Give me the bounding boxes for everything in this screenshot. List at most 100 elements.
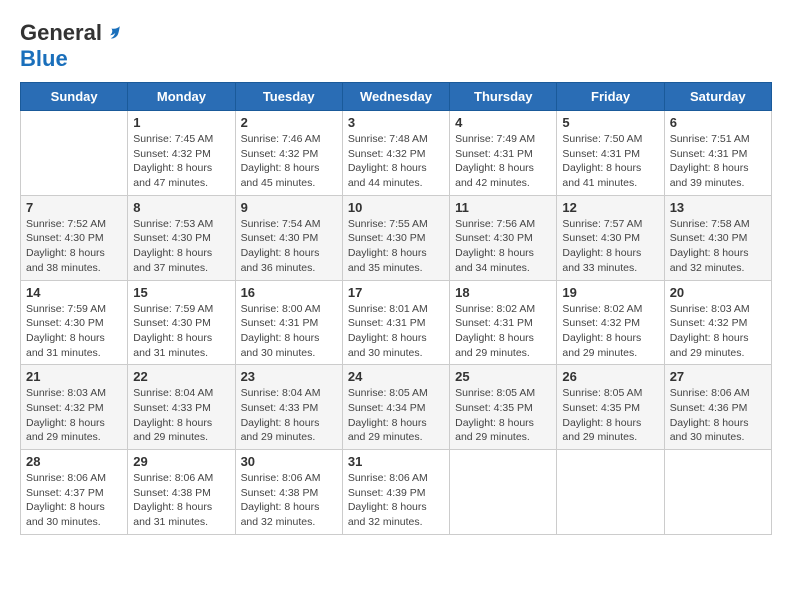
day-number: 31 — [348, 454, 444, 469]
weekday-header-friday: Friday — [557, 83, 664, 111]
calendar-cell: 9 Sunrise: 7:54 AM Sunset: 4:30 PM Daylig… — [235, 195, 342, 280]
day-number: 22 — [133, 369, 229, 384]
day-info: Sunrise: 7:51 AM Sunset: 4:31 PM Dayligh… — [670, 132, 766, 191]
day-number: 9 — [241, 200, 337, 215]
day-number: 13 — [670, 200, 766, 215]
day-number: 5 — [562, 115, 658, 130]
day-info: Sunrise: 7:48 AM Sunset: 4:32 PM Dayligh… — [348, 132, 444, 191]
day-number: 20 — [670, 285, 766, 300]
calendar-cell — [450, 450, 557, 535]
calendar-cell: 21 Sunrise: 8:03 AM Sunset: 4:32 PM Dayli… — [21, 365, 128, 450]
logo: General Blue — [20, 20, 122, 72]
day-number: 26 — [562, 369, 658, 384]
weekday-header-tuesday: Tuesday — [235, 83, 342, 111]
day-number: 29 — [133, 454, 229, 469]
weekday-header-thursday: Thursday — [450, 83, 557, 111]
day-info: Sunrise: 7:53 AM Sunset: 4:30 PM Dayligh… — [133, 217, 229, 276]
calendar-week-5: 28 Sunrise: 8:06 AM Sunset: 4:37 PM Dayli… — [21, 450, 772, 535]
logo-blue: Blue — [20, 46, 122, 72]
day-number: 24 — [348, 369, 444, 384]
day-info: Sunrise: 8:05 AM Sunset: 4:35 PM Dayligh… — [562, 386, 658, 445]
calendar-cell: 18 Sunrise: 8:02 AM Sunset: 4:31 PM Dayli… — [450, 280, 557, 365]
calendar-cell: 22Sunrise: 8:04 AM Sunset: 4:33 PM Dayli… — [128, 365, 235, 450]
day-number: 15 — [133, 285, 229, 300]
calendar-cell: 8Sunrise: 7:53 AM Sunset: 4:30 PM Daylig… — [128, 195, 235, 280]
calendar-cell — [21, 111, 128, 196]
day-info: Sunrise: 7:59 AM Sunset: 4:30 PM Dayligh… — [133, 302, 229, 361]
day-number: 12 — [562, 200, 658, 215]
day-info: Sunrise: 8:04 AM Sunset: 4:33 PM Dayligh… — [241, 386, 337, 445]
day-number: 4 — [455, 115, 551, 130]
calendar-cell: 28 Sunrise: 8:06 AM Sunset: 4:37 PM Dayli… — [21, 450, 128, 535]
calendar-cell: 15 Sunrise: 7:59 AM Sunset: 4:30 PM Dayli… — [128, 280, 235, 365]
calendar-cell: 5 Sunrise: 7:50 AM Sunset: 4:31 PM Daylig… — [557, 111, 664, 196]
calendar-cell: 25 Sunrise: 8:05 AM Sunset: 4:35 PM Dayli… — [450, 365, 557, 450]
calendar-cell: 31 Sunrise: 8:06 AM Sunset: 4:39 PM Dayli… — [342, 450, 449, 535]
day-number: 3 — [348, 115, 444, 130]
calendar-cell: 1 Sunrise: 7:45 AM Sunset: 4:32 PM Daylig… — [128, 111, 235, 196]
calendar-cell — [557, 450, 664, 535]
day-number: 16 — [241, 285, 337, 300]
day-info: Sunrise: 7:45 AM Sunset: 4:32 PM Dayligh… — [133, 132, 229, 191]
day-info: Sunrise: 8:06 AM Sunset: 4:36 PM Dayligh… — [670, 386, 766, 445]
calendar-cell: 6 Sunrise: 7:51 AM Sunset: 4:31 PM Daylig… — [664, 111, 771, 196]
calendar-cell: 3 Sunrise: 7:48 AM Sunset: 4:32 PM Daylig… — [342, 111, 449, 196]
calendar-week-4: 21 Sunrise: 8:03 AM Sunset: 4:32 PM Dayli… — [21, 365, 772, 450]
day-info: Sunrise: 7:59 AM Sunset: 4:30 PM Dayligh… — [26, 302, 122, 361]
day-info: Sunrise: 7:58 AM Sunset: 4:30 PM Dayligh… — [670, 217, 766, 276]
day-number: 25 — [455, 369, 551, 384]
calendar-cell: 27 Sunrise: 8:06 AM Sunset: 4:36 PM Dayli… — [664, 365, 771, 450]
day-info: Sunrise: 7:52 AM Sunset: 4:30 PM Dayligh… — [26, 217, 122, 276]
day-info: Sunrise: 7:56 AM Sunset: 4:30 PM Dayligh… — [455, 217, 551, 276]
day-info: Sunrise: 7:57 AM Sunset: 4:30 PM Dayligh… — [562, 217, 658, 276]
day-info: Sunrise: 7:46 AM Sunset: 4:32 PM Dayligh… — [241, 132, 337, 191]
day-number: 17 — [348, 285, 444, 300]
day-info: Sunrise: 8:06 AM Sunset: 4:38 PM Dayligh… — [241, 471, 337, 530]
day-info: Sunrise: 7:50 AM Sunset: 4:31 PM Dayligh… — [562, 132, 658, 191]
day-number: 30 — [241, 454, 337, 469]
day-number: 6 — [670, 115, 766, 130]
day-info: Sunrise: 8:03 AM Sunset: 4:32 PM Dayligh… — [670, 302, 766, 361]
calendar-cell: 24 Sunrise: 8:05 AM Sunset: 4:34 PM Dayli… — [342, 365, 449, 450]
weekday-header-wednesday: Wednesday — [342, 83, 449, 111]
day-number: 18 — [455, 285, 551, 300]
calendar-cell: 7 Sunrise: 7:52 AM Sunset: 4:30 PM Daylig… — [21, 195, 128, 280]
day-number: 10 — [348, 200, 444, 215]
day-info: Sunrise: 8:01 AM Sunset: 4:31 PM Dayligh… — [348, 302, 444, 361]
day-info: Sunrise: 8:05 AM Sunset: 4:34 PM Dayligh… — [348, 386, 444, 445]
day-info: Sunrise: 8:02 AM Sunset: 4:32 PM Dayligh… — [562, 302, 658, 361]
weekday-header-saturday: Saturday — [664, 83, 771, 111]
day-number: 28 — [26, 454, 122, 469]
day-info: Sunrise: 7:54 AM Sunset: 4:30 PM Dayligh… — [241, 217, 337, 276]
day-number: 27 — [670, 369, 766, 384]
day-number: 23 — [241, 369, 337, 384]
calendar-cell: 19 Sunrise: 8:02 AM Sunset: 4:32 PM Dayli… — [557, 280, 664, 365]
day-number: 7 — [26, 200, 122, 215]
day-info: Sunrise: 8:06 AM Sunset: 4:37 PM Dayligh… — [26, 471, 122, 530]
day-info: Sunrise: 8:03 AM Sunset: 4:32 PM Dayligh… — [26, 386, 122, 445]
calendar-cell: 20 Sunrise: 8:03 AM Sunset: 4:32 PM Dayli… — [664, 280, 771, 365]
day-info: Sunrise: 8:00 AM Sunset: 4:31 PM Dayligh… — [241, 302, 337, 361]
calendar-cell: 13 Sunrise: 7:58 AM Sunset: 4:30 PM Dayli… — [664, 195, 771, 280]
day-number: 2 — [241, 115, 337, 130]
calendar-cell: 14Sunrise: 7:59 AM Sunset: 4:30 PM Dayli… — [21, 280, 128, 365]
calendar-cell: 17 Sunrise: 8:01 AM Sunset: 4:31 PM Dayli… — [342, 280, 449, 365]
day-number: 1 — [133, 115, 229, 130]
day-info: Sunrise: 8:05 AM Sunset: 4:35 PM Dayligh… — [455, 386, 551, 445]
day-number: 11 — [455, 200, 551, 215]
day-number: 21 — [26, 369, 122, 384]
day-info: Sunrise: 8:02 AM Sunset: 4:31 PM Dayligh… — [455, 302, 551, 361]
logo-general: General — [20, 20, 102, 46]
day-number: 19 — [562, 285, 658, 300]
calendar-cell: 10Sunrise: 7:55 AM Sunset: 4:30 PM Dayli… — [342, 195, 449, 280]
page-header: General Blue — [20, 20, 772, 72]
calendar-cell: 11 Sunrise: 7:56 AM Sunset: 4:30 PM Dayli… — [450, 195, 557, 280]
weekday-header-row: SundayMondayTuesdayWednesdayThursdayFrid… — [21, 83, 772, 111]
calendar-week-3: 14Sunrise: 7:59 AM Sunset: 4:30 PM Dayli… — [21, 280, 772, 365]
day-info: Sunrise: 8:06 AM Sunset: 4:39 PM Dayligh… — [348, 471, 444, 530]
calendar-table: SundayMondayTuesdayWednesdayThursdayFrid… — [20, 82, 772, 535]
calendar-cell: 4Sunrise: 7:49 AM Sunset: 4:31 PM Daylig… — [450, 111, 557, 196]
calendar-week-2: 7 Sunrise: 7:52 AM Sunset: 4:30 PM Daylig… — [21, 195, 772, 280]
calendar-cell: 12 Sunrise: 7:57 AM Sunset: 4:30 PM Dayli… — [557, 195, 664, 280]
calendar-cell: 26 Sunrise: 8:05 AM Sunset: 4:35 PM Dayli… — [557, 365, 664, 450]
